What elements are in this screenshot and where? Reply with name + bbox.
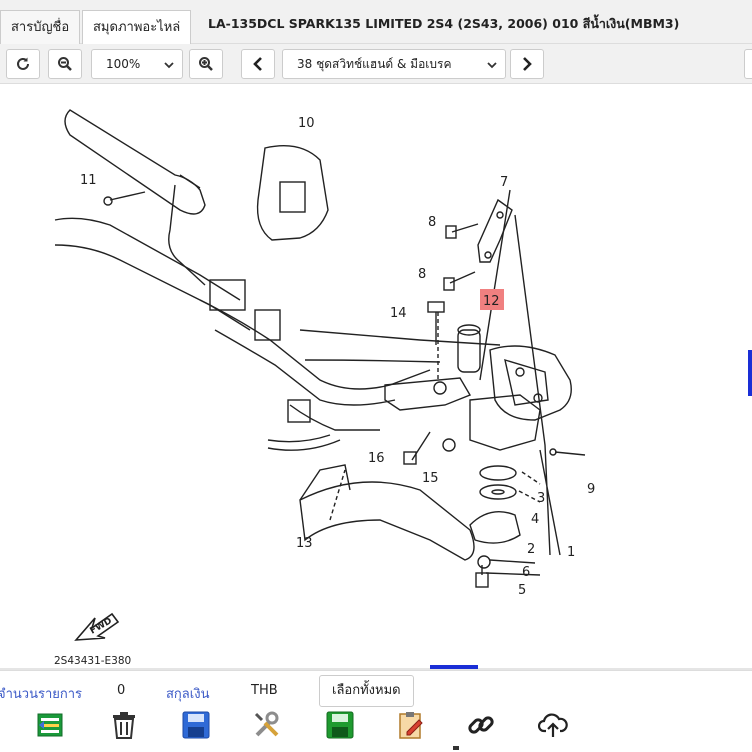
zoom-in-icon <box>199 57 213 71</box>
chevron-down-icon <box>487 62 497 69</box>
exploded-parts-diagram: FWD 1 2 3 4 5 6 7 8 8 9 10 11 12 13 14 1… <box>54 109 595 667</box>
fwd-arrow-icon: FWD <box>74 612 120 641</box>
page-select[interactable]: 38 ชุดสวิทช์แฮนด์ & มือเบรค <box>282 49 506 79</box>
zoom-value: 100% <box>106 57 141 71</box>
parts-diagram-viewer[interactable]: FWD 1 2 3 4 5 6 7 8 8 9 10 11 12 13 14 1… <box>0 85 752 667</box>
chevron-right-icon <box>523 57 532 71</box>
parts-catalog-app: สารบัญชื่อ สมุดภาพอะไหล่ LA-135DCL SPARK… <box>0 0 752 752</box>
upload-button[interactable] <box>537 709 569 741</box>
callout-8a[interactable]: 8 <box>428 215 436 230</box>
refresh-button[interactable] <box>6 49 40 79</box>
share-link-button[interactable] <box>465 709 497 741</box>
callout-5[interactable]: 5 <box>518 583 526 598</box>
chevron-down-icon <box>164 62 174 69</box>
tab-index[interactable]: สารบัญชื่อ <box>0 10 81 44</box>
zoom-out-button[interactable] <box>48 49 82 79</box>
save-blue-icon <box>182 711 210 739</box>
select-all-button[interactable]: เลือกทั้งหมด <box>319 675 414 707</box>
callout-3[interactable]: 3 <box>537 491 545 506</box>
upload-cloud-icon <box>538 713 568 737</box>
callout-16[interactable]: 16 <box>368 451 385 466</box>
vertical-scroll-thumb[interactable] <box>748 350 752 396</box>
save-green-icon <box>326 711 354 739</box>
callout-4[interactable]: 4 <box>531 512 539 527</box>
callout-13[interactable]: 13 <box>296 536 313 551</box>
tools-button[interactable] <box>251 709 283 741</box>
tab-bar: สารบัญชื่อ สมุดภาพอะไหล่ LA-135DCL SPARK… <box>0 0 752 44</box>
currency-label: สกุลเงิน <box>166 687 210 702</box>
cursor-mark <box>453 746 459 750</box>
save-as-button[interactable] <box>324 709 356 741</box>
zoom-select[interactable]: 100% <box>91 49 183 79</box>
zoom-in-button[interactable] <box>189 49 223 79</box>
page-select-value: 38 ชุดสวิทช์แฮนด์ & มือเบรค <box>297 57 452 71</box>
tab-parts-book[interactable]: สมุดภาพอะไหล่ <box>82 10 192 44</box>
horizontal-scroll-thumb[interactable] <box>430 665 478 669</box>
trash-icon <box>113 712 135 739</box>
prev-page-button[interactable] <box>241 49 275 79</box>
count-value: 0 <box>117 683 126 698</box>
count-label: จำนวนรายการ <box>0 687 83 702</box>
refresh-icon <box>17 57 29 70</box>
list-icon <box>37 713 63 737</box>
callout-12[interactable]: 12 <box>483 294 500 309</box>
callout-6[interactable]: 6 <box>522 565 530 580</box>
list-button[interactable] <box>34 709 66 741</box>
callout-2[interactable]: 2 <box>527 542 535 557</box>
save-button[interactable] <box>180 709 212 741</box>
currency-value: THB <box>251 683 278 698</box>
next-page-button[interactable] <box>510 49 544 79</box>
link-icon <box>468 716 494 734</box>
toolbar-overflow-control[interactable] <box>744 49 752 79</box>
callout-14[interactable]: 14 <box>390 306 407 321</box>
callout-7[interactable]: 7 <box>500 175 508 190</box>
tools-icon <box>254 711 279 737</box>
callout-8b[interactable]: 8 <box>418 267 426 282</box>
delete-button[interactable] <box>108 709 140 741</box>
figure-code: 2S43431-E380 <box>54 655 131 667</box>
callout-15[interactable]: 15 <box>422 471 439 486</box>
footer-bar: จำนวนรายการ 0 สกุลเงิน THB เลือกทั้งหมด <box>0 670 752 752</box>
edit-note-button[interactable] <box>395 709 427 741</box>
chevron-left-icon <box>253 57 262 71</box>
callout-11[interactable]: 11 <box>80 173 97 188</box>
callout-9[interactable]: 9 <box>587 482 595 497</box>
zoom-out-icon <box>58 57 72 71</box>
clipboard-edit-icon <box>399 712 423 739</box>
toolbar: 100% 38 ชุดสวิทช์แฮนด์ & มือเบรค <box>0 44 752 84</box>
page-title: LA-135DCL SPARK135 LIMITED 2S4 (2S43, 20… <box>208 16 680 31</box>
callout-10[interactable]: 10 <box>298 116 315 131</box>
callout-1[interactable]: 1 <box>567 545 575 560</box>
